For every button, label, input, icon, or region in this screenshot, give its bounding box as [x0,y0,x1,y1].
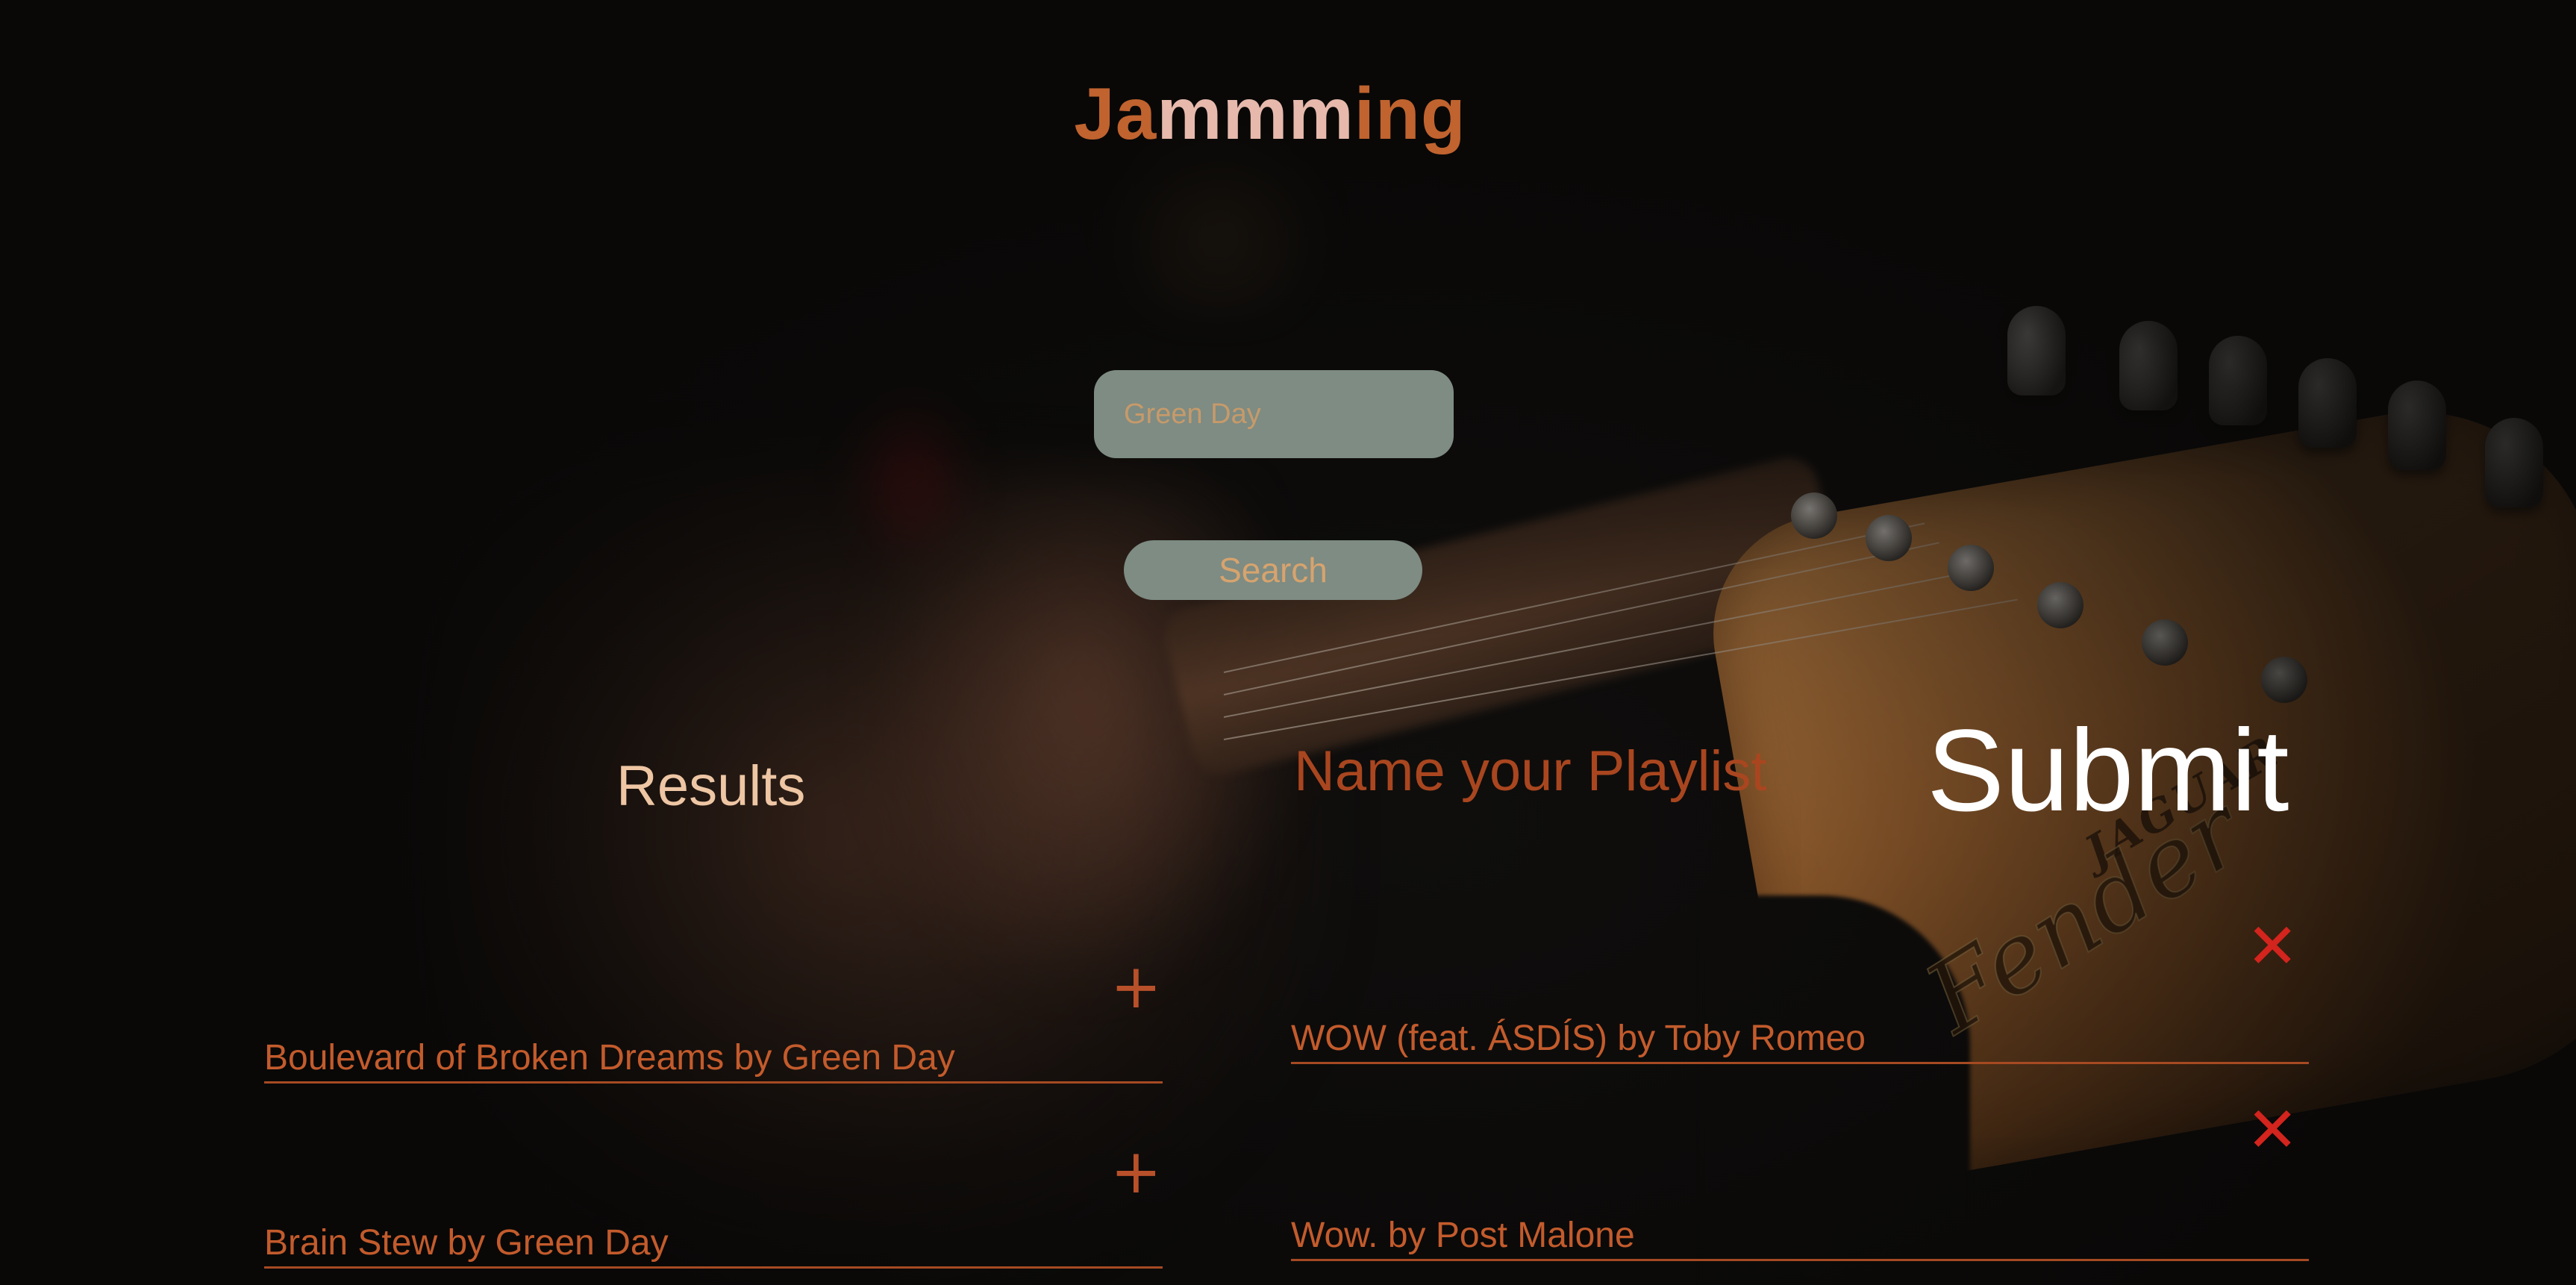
plus-icon[interactable]: + [1110,957,1162,1018]
app-title-part-1: Ja [1074,72,1157,154]
results-heading: Results [616,754,806,818]
app-title: Jammming [0,72,2540,156]
playlist-track-item: WOW (feat. ÁSDÍS) by Toby Romeo [1291,995,2309,1064]
app-title-part-3: ing [1354,72,1466,154]
playlist-track-item: Wow. by Post Malone [1291,1192,2309,1261]
playlist-name-input[interactable] [1294,739,1861,804]
track-title: Wow. by Post Malone [1291,1216,1635,1255]
search-input[interactable] [1094,370,1454,458]
close-icon[interactable]: ✕ [2246,1098,2298,1161]
results-track-item: Boulevard of Broken Dreams by Green Day [264,1015,1163,1084]
track-title: Brain Stew by Green Day [264,1223,669,1263]
app-title-part-2: mmm [1157,72,1354,154]
close-icon[interactable]: ✕ [2246,915,2298,978]
track-title: WOW (feat. ÁSDÍS) by Toby Romeo [1291,1019,1866,1058]
search-button[interactable]: Search [1124,540,1422,600]
plus-icon[interactable]: + [1110,1142,1162,1203]
background-guitar-image: JAGUAR Fender [0,0,2576,1285]
results-track-item: Brain Stew by Green Day [264,1200,1163,1269]
track-title: Boulevard of Broken Dreams by Green Day [264,1038,955,1078]
submit-button[interactable]: Submit [1927,713,2289,829]
app-window: JAGUAR Fender Jammming Search Results Bo… [0,0,2576,1285]
